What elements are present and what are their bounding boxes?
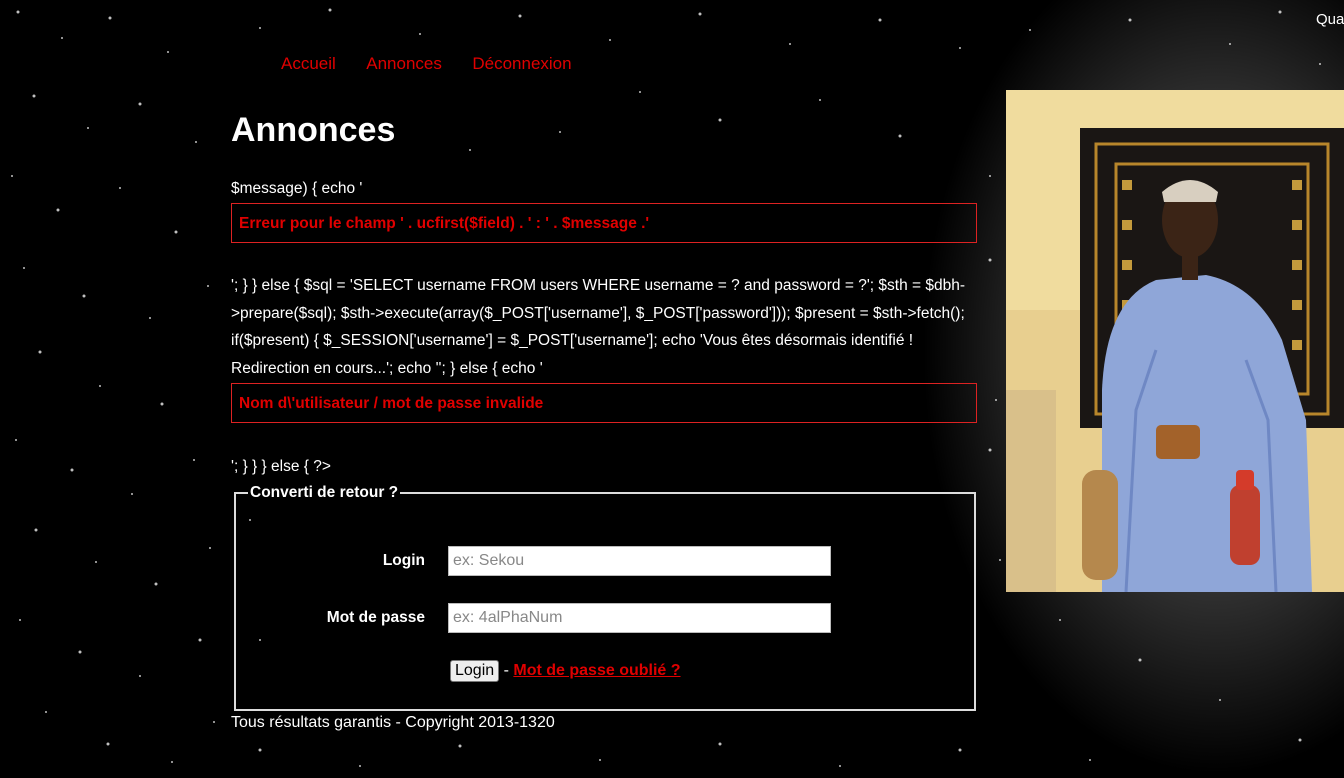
top-right-text: Qua bbox=[1316, 11, 1344, 28]
error-message-credentials: Nom d\'utilisateur / mot de passe invali… bbox=[231, 383, 977, 423]
actions-separator: - bbox=[503, 662, 509, 679]
error-message-field: Erreur pour le champ ' . ucfirst($field)… bbox=[231, 203, 977, 243]
page-title: Annonces bbox=[231, 111, 396, 149]
nav-link-deconnexion[interactable]: Déconnexion bbox=[472, 54, 571, 73]
login-label: Login bbox=[382, 552, 425, 569]
nav-link-annonces[interactable]: Annonces bbox=[366, 54, 442, 73]
nav-link-accueil[interactable]: Accueil bbox=[281, 54, 336, 73]
code-text-block: '; } } else { $sql = 'SELECT username FR… bbox=[231, 277, 966, 377]
password-label: Mot de passe bbox=[326, 609, 425, 626]
login-fieldset: Converti de retour ? Login Mot de passe … bbox=[234, 484, 976, 711]
code-text-line-1: $message) { echo ' bbox=[231, 180, 363, 197]
code-text-line-2: '; } } } else { ?> bbox=[231, 458, 331, 475]
form-actions: Login - Mot de passe oublié ? bbox=[450, 660, 681, 682]
profile-photo bbox=[1006, 90, 1344, 592]
forgot-password-link[interactable]: Mot de passe oublié ? bbox=[513, 662, 680, 679]
password-input[interactable] bbox=[448, 603, 831, 633]
login-input[interactable] bbox=[448, 546, 831, 576]
login-button[interactable]: Login bbox=[450, 660, 500, 682]
footer-copyright: Tous résultats garantis - Copyright 2013… bbox=[231, 714, 555, 731]
login-legend: Converti de retour ? bbox=[250, 484, 399, 501]
main-navigation: Accueil Annonces Déconnexion bbox=[281, 54, 598, 74]
